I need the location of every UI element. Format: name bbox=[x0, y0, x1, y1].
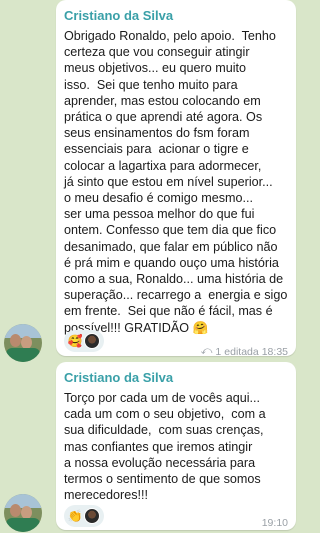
reaction-emoji: 👏 bbox=[67, 509, 83, 523]
message-bubble[interactable]: Cristiano da Silva Torço por cada um de … bbox=[56, 362, 296, 530]
reactions-bar[interactable]: 👏 bbox=[64, 505, 104, 527]
reply-arrow-icon[interactable]: ⤺ bbox=[201, 345, 213, 358]
reactor-avatar bbox=[84, 333, 101, 349]
message-meta: ⤺ 1 editada 18:35 bbox=[201, 345, 288, 358]
message-time: 18:35 bbox=[261, 345, 288, 358]
sender-avatar[interactable] bbox=[4, 494, 42, 532]
sender-name[interactable]: Cristiano da Silva bbox=[64, 370, 288, 386]
edited-label: editada bbox=[224, 345, 259, 358]
message-bubble[interactable]: Cristiano da Silva Obrigado Ronaldo, pel… bbox=[56, 0, 296, 358]
message-time: 19:10 bbox=[261, 517, 288, 529]
reply-count[interactable]: 1 bbox=[215, 346, 221, 358]
message-text: Obrigado Ronaldo, pelo apoio. Tenho cert… bbox=[64, 29, 288, 335]
reaction-emoji: 🥰 bbox=[67, 334, 83, 348]
reactions-bar[interactable]: 🥰 bbox=[64, 330, 104, 352]
message-text: Torço por cada um de vocês aqui... cada … bbox=[64, 391, 266, 503]
sender-name[interactable]: Cristiano da Silva bbox=[64, 8, 288, 24]
reactor-avatar bbox=[84, 508, 101, 524]
message-meta: 19:10 bbox=[262, 517, 288, 529]
sender-avatar[interactable] bbox=[4, 324, 42, 362]
